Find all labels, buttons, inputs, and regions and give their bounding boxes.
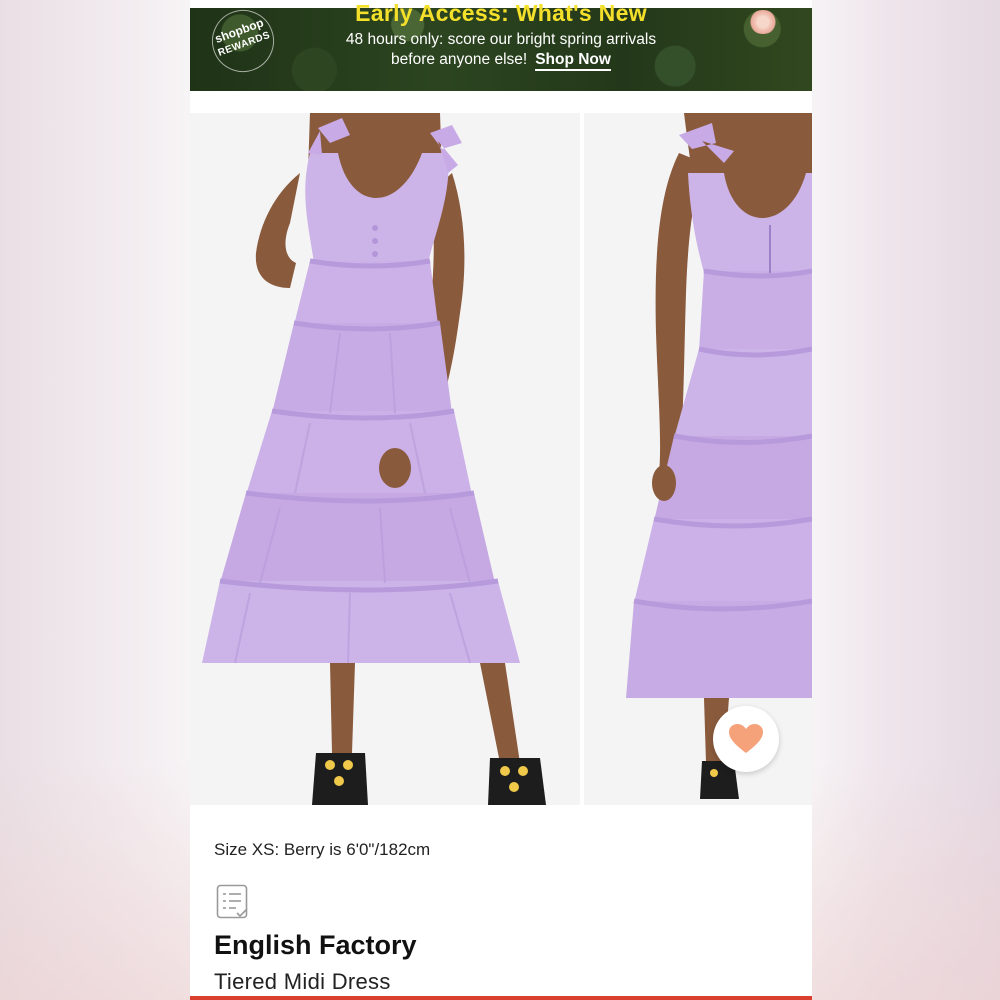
product-page: shopbop REWARDS Early Access: What's New… (190, 0, 812, 1000)
size-note: Size XS: Berry is 6'0"/182cm (214, 840, 431, 859)
details-list-icon[interactable] (216, 884, 250, 920)
shop-now-link[interactable]: Shop Now (535, 51, 611, 71)
dress-front-illustration (190, 113, 580, 805)
heart-icon (729, 724, 763, 753)
product-name: Tiered Midi Dress (214, 969, 391, 994)
dress-back-illustration (584, 113, 812, 805)
accent-bar (190, 996, 812, 1000)
favorite-button[interactable] (713, 706, 779, 772)
brand-name[interactable]: English Factory (214, 930, 417, 961)
banner-title: Early Access: What's New (355, 0, 647, 26)
product-image-front[interactable] (190, 113, 580, 805)
promo-banner[interactable]: shopbop REWARDS Early Access: What's New… (190, 0, 812, 91)
product-image-back[interactable] (584, 113, 812, 805)
banner-subtitle-2: before anyone else! Shop Now (190, 51, 812, 71)
banner-subtitle: 48 hours only: score our bright spring a… (345, 31, 657, 48)
banner-subtitle-text: before anyone else! (391, 51, 528, 68)
